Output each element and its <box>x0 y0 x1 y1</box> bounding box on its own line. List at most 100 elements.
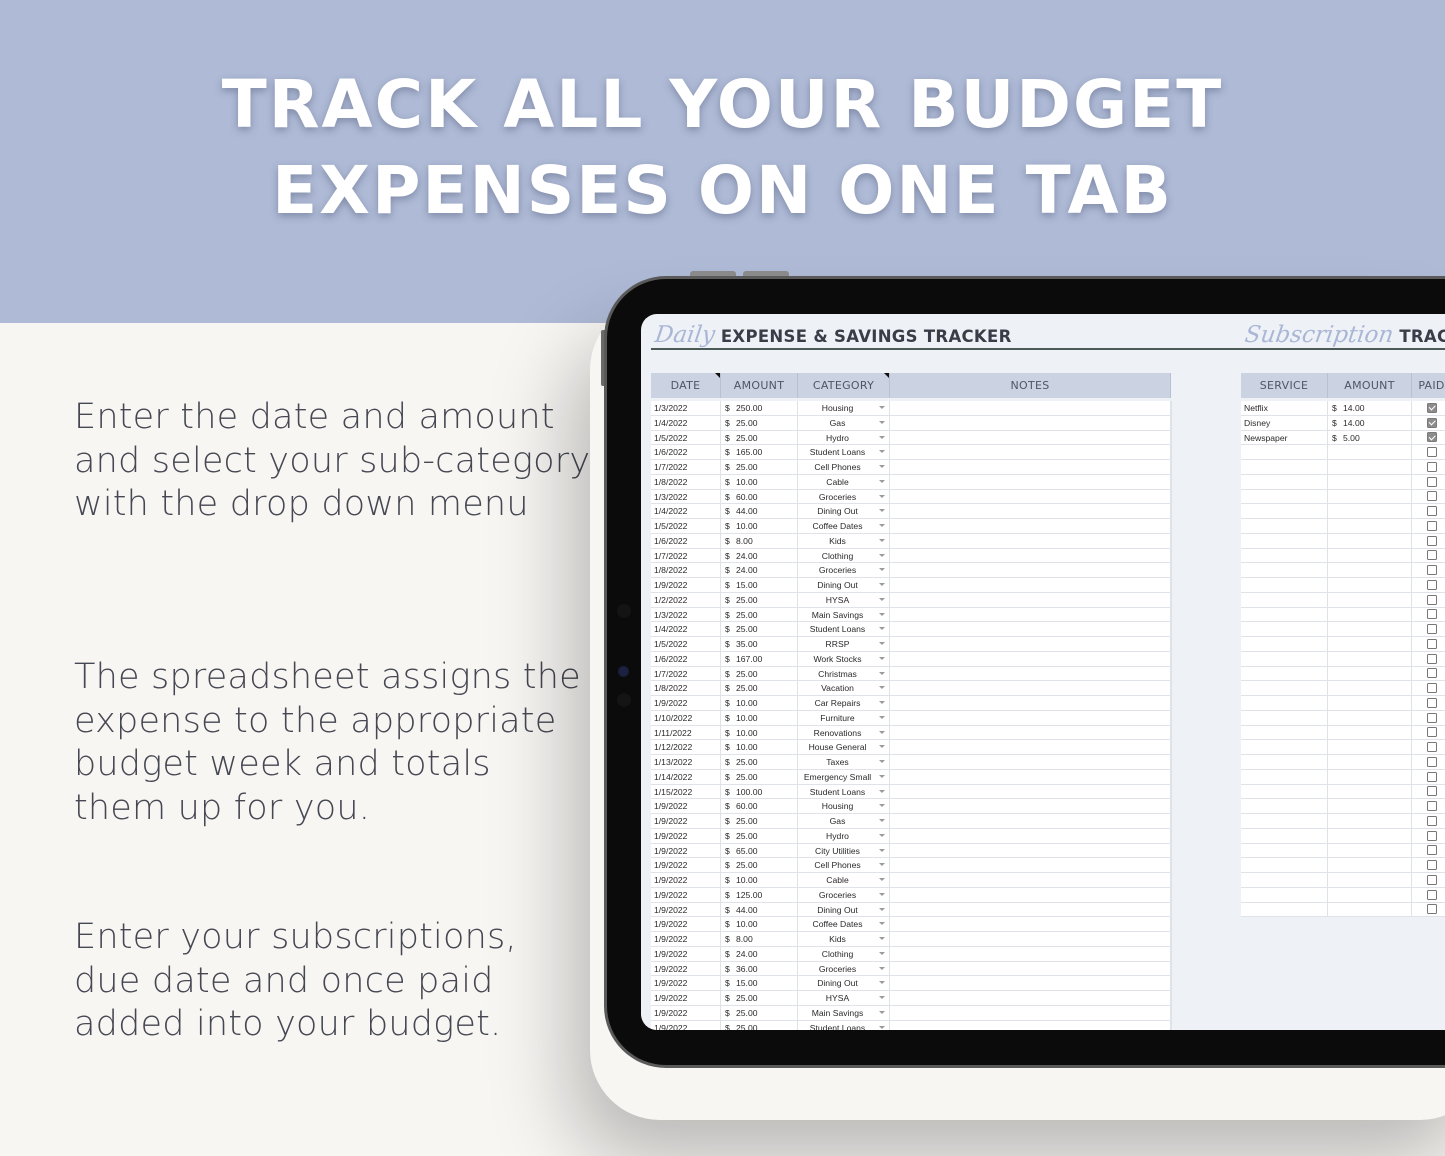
date-cell[interactable]: 1/9/2022 <box>651 873 721 887</box>
category-dropdown[interactable]: Dining Out <box>798 504 890 518</box>
date-cell[interactable]: 1/6/2022 <box>651 651 721 666</box>
unchecked-checkbox[interactable] <box>1426 712 1437 723</box>
notes-cell[interactable] <box>890 681 1171 695</box>
service-cell[interactable] <box>1241 902 1328 917</box>
date-cell[interactable]: 1/9/2022 <box>651 843 721 858</box>
column-header-category[interactable]: CATEGORY <box>798 373 890 398</box>
category-dropdown[interactable]: Coffee Dates <box>798 519 890 533</box>
service-cell[interactable] <box>1241 651 1328 666</box>
sub-amount-cell[interactable] <box>1328 681 1412 695</box>
date-cell[interactable]: 1/8/2022 <box>651 681 721 695</box>
category-dropdown[interactable]: Groceries <box>798 887 890 902</box>
chevron-down-icon[interactable] <box>879 1010 885 1014</box>
amount-cell[interactable]: $25.00 <box>721 607 798 622</box>
notes-cell[interactable] <box>890 976 1171 990</box>
date-cell[interactable]: 1/14/2022 <box>651 769 721 784</box>
date-cell[interactable]: 1/8/2022 <box>651 474 721 489</box>
chevron-down-icon[interactable] <box>879 465 885 468</box>
unchecked-checkbox[interactable] <box>1426 579 1437 590</box>
service-cell[interactable] <box>1241 607 1328 622</box>
category-dropdown[interactable]: Cell Phones <box>798 460 890 474</box>
sub-amount-cell[interactable] <box>1328 902 1412 917</box>
chevron-down-icon[interactable] <box>879 509 885 513</box>
service-cell[interactable] <box>1241 755 1328 769</box>
amount-cell[interactable]: $8.00 <box>721 932 798 946</box>
unchecked-checkbox[interactable] <box>1426 786 1437 797</box>
chevron-down-icon[interactable] <box>879 597 885 601</box>
sub-amount-cell[interactable] <box>1328 769 1412 784</box>
service-cell[interactable] <box>1241 474 1328 489</box>
amount-cell[interactable]: $15.00 <box>721 578 798 592</box>
amount-cell[interactable]: $25.00 <box>721 755 798 769</box>
amount-cell[interactable]: $167.00 <box>721 651 798 666</box>
category-dropdown[interactable]: Main Savings <box>798 607 890 622</box>
sub-amount-cell[interactable] <box>1328 622 1412 636</box>
unchecked-checkbox[interactable] <box>1426 830 1437 841</box>
notes-cell[interactable] <box>890 430 1171 445</box>
sub-amount-cell[interactable] <box>1328 563 1412 577</box>
amount-cell[interactable]: $25.00 <box>721 460 798 474</box>
amount-cell[interactable]: $44.00 <box>721 902 798 917</box>
sub-amount-cell[interactable] <box>1328 843 1412 858</box>
unchecked-checkbox[interactable] <box>1426 506 1437 517</box>
unchecked-checkbox[interactable] <box>1426 609 1437 620</box>
amount-cell[interactable]: $25.00 <box>721 814 798 828</box>
unchecked-checkbox[interactable] <box>1426 801 1437 812</box>
chevron-down-icon[interactable] <box>879 745 885 749</box>
notes-cell[interactable] <box>890 1005 1171 1020</box>
unchecked-checkbox[interactable] <box>1426 624 1437 635</box>
column-header-service[interactable]: SERVICE <box>1241 373 1328 398</box>
sub-amount-cell[interactable] <box>1328 828 1412 843</box>
service-cell[interactable] <box>1241 873 1328 887</box>
sub-amount-cell[interactable] <box>1328 725 1412 740</box>
column-header-amount[interactable]: AMOUNT <box>721 373 798 398</box>
sub-amount-cell[interactable] <box>1328 592 1412 607</box>
chevron-down-icon[interactable] <box>879 420 885 424</box>
chevron-down-icon[interactable] <box>879 892 885 896</box>
category-dropdown[interactable]: Dining Out <box>798 976 890 990</box>
notes-cell[interactable] <box>890 666 1171 681</box>
date-cell[interactable]: 1/9/2022 <box>651 858 721 872</box>
category-dropdown[interactable]: Housing <box>798 401 890 415</box>
service-cell[interactable] <box>1241 445 1328 459</box>
unchecked-checkbox[interactable] <box>1426 565 1437 576</box>
chevron-down-icon[interactable] <box>879 450 885 454</box>
service-cell[interactable] <box>1241 725 1328 740</box>
amount-cell[interactable]: $65.00 <box>721 843 798 858</box>
service-cell[interactable] <box>1241 814 1328 828</box>
category-dropdown[interactable]: HYSA <box>798 991 890 1005</box>
unchecked-checkbox[interactable] <box>1426 771 1437 782</box>
notes-cell[interactable] <box>890 651 1171 666</box>
chevron-down-icon[interactable] <box>879 568 885 572</box>
column-header-sub-amount[interactable]: AMOUNT <box>1328 373 1412 398</box>
service-cell[interactable] <box>1241 828 1328 843</box>
amount-cell[interactable]: $25.00 <box>721 666 798 681</box>
category-dropdown[interactable]: Kids <box>798 932 890 946</box>
date-cell[interactable]: 1/15/2022 <box>651 784 721 799</box>
date-cell[interactable]: 1/9/2022 <box>651 828 721 843</box>
category-dropdown[interactable]: RRSP <box>798 637 890 651</box>
notes-cell[interactable] <box>890 858 1171 872</box>
date-cell[interactable]: 1/9/2022 <box>651 1005 721 1020</box>
amount-cell[interactable]: $25.00 <box>721 415 798 430</box>
date-cell[interactable]: 1/5/2022 <box>651 637 721 651</box>
notes-cell[interactable] <box>890 991 1171 1005</box>
date-cell[interactable]: 1/9/2022 <box>651 814 721 828</box>
notes-cell[interactable] <box>890 578 1171 592</box>
amount-cell[interactable]: $35.00 <box>721 637 798 651</box>
category-dropdown[interactable]: Groceries <box>798 961 890 976</box>
notes-cell[interactable] <box>890 755 1171 769</box>
amount-cell[interactable]: $10.00 <box>721 474 798 489</box>
amount-cell[interactable]: $25.00 <box>721 828 798 843</box>
service-cell[interactable] <box>1241 710 1328 725</box>
chevron-down-icon[interactable] <box>879 583 885 586</box>
category-dropdown[interactable]: House General <box>798 740 890 754</box>
category-dropdown[interactable]: Gas <box>798 814 890 828</box>
service-cell[interactable] <box>1241 592 1328 607</box>
amount-cell[interactable]: $24.00 <box>721 563 798 577</box>
unchecked-checkbox[interactable] <box>1426 535 1437 546</box>
category-dropdown[interactable]: Emergency Small <box>798 769 890 784</box>
notes-cell[interactable] <box>890 917 1171 931</box>
column-header-notes[interactable]: NOTES <box>890 373 1171 398</box>
notes-cell[interactable] <box>890 533 1171 548</box>
